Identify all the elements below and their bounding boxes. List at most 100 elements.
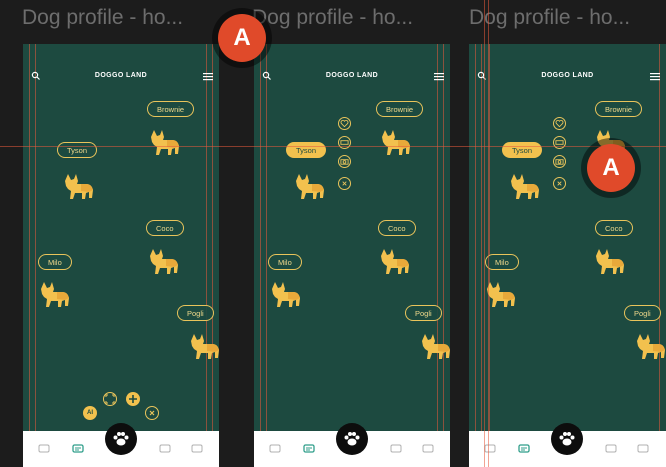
add-button[interactable] — [126, 392, 140, 406]
collaborator-avatar[interactable]: A — [587, 144, 635, 192]
menu-icon[interactable] — [650, 72, 660, 81]
dog-icon[interactable] — [187, 332, 219, 362]
chat-icon[interactable] — [38, 444, 50, 454]
dog-name-pill-coco[interactable]: Coco — [378, 220, 416, 236]
app-bar: DOGGO LAND — [254, 70, 450, 84]
frame-3[interactable]: DOGGO LAND Brownie Tyson Coco Milo Pogli — [469, 44, 666, 467]
layout-guide — [437, 44, 438, 467]
dog-icon[interactable] — [37, 280, 71, 310]
dog-name-pill-milo[interactable]: Milo — [268, 254, 302, 270]
dog-name-pill-coco[interactable]: Coco — [595, 220, 633, 236]
dog-icon[interactable] — [146, 247, 180, 277]
plus-icon — [129, 395, 137, 403]
favorite-button[interactable] — [338, 117, 351, 130]
frame-title-3[interactable]: Dog profile - ho... — [469, 6, 630, 30]
dog-name-pill-pogli[interactable]: Pogli — [624, 305, 661, 321]
chat-icon[interactable] — [518, 444, 530, 454]
close-button[interactable] — [338, 177, 351, 190]
scan-button[interactable] — [103, 392, 117, 406]
dog-icon[interactable] — [292, 172, 326, 202]
dog-icon[interactable] — [377, 247, 411, 277]
heart-icon — [340, 120, 349, 128]
dog-name-pill-pogli[interactable]: Pogli — [405, 305, 442, 321]
app-brand: DOGGO LAND — [541, 72, 594, 79]
dog-name-pill-tyson[interactable]: Tyson — [502, 142, 543, 158]
dog-name-pill-brownie[interactable]: Brownie — [376, 101, 424, 117]
app-bar: DOGGO LAND — [23, 70, 219, 84]
camera-icon — [340, 159, 349, 165]
dog-icon[interactable] — [378, 128, 412, 158]
layout-guide — [481, 44, 482, 467]
dog-icon[interactable] — [633, 332, 666, 362]
dog-icon[interactable] — [418, 332, 450, 362]
bottom-nav — [23, 423, 219, 467]
dog-icon[interactable] — [147, 128, 181, 158]
dog-name-pill-brownie[interactable]: Brownie — [147, 101, 195, 117]
layout-guide — [260, 44, 261, 467]
dog-name-pill-milo[interactable]: Milo — [38, 254, 72, 270]
layout-guide — [443, 44, 444, 467]
ticket-button[interactable] — [553, 136, 566, 149]
layout-guide — [266, 44, 267, 467]
chat-icon[interactable] — [191, 444, 203, 454]
camera-icon — [555, 159, 564, 165]
heart-icon — [555, 120, 564, 128]
dog-name-pill-tyson[interactable]: Tyson — [286, 142, 327, 158]
paw-button[interactable] — [105, 423, 137, 455]
bottom-nav — [469, 423, 666, 467]
menu-icon[interactable] — [434, 72, 444, 81]
chat-icon[interactable] — [159, 444, 171, 454]
paw-button[interactable] — [551, 423, 583, 455]
chat-icon[interactable] — [72, 444, 84, 454]
chat-icon[interactable] — [637, 444, 649, 454]
close-icon — [149, 410, 155, 416]
paw-icon — [559, 432, 575, 446]
close-button[interactable] — [553, 177, 566, 190]
dog-name-pill-brownie[interactable]: Brownie — [595, 101, 643, 117]
paw-icon — [344, 432, 360, 446]
dog-name-pill-milo[interactable]: Milo — [485, 254, 519, 270]
frame-title-1[interactable]: Dog profile - ho... — [22, 6, 183, 30]
frame-2[interactable]: DOGGO LAND Brownie Tyson Coco Milo Pogli — [254, 44, 450, 467]
layout-guide — [35, 44, 36, 467]
scan-icon — [105, 394, 115, 404]
layout-guide — [0, 146, 666, 147]
paw-button[interactable] — [336, 423, 368, 455]
app-brand: DOGGO LAND — [94, 72, 148, 79]
layout-guide — [29, 44, 30, 467]
layout-guide — [206, 44, 207, 467]
collaborator-avatar[interactable]: A — [218, 14, 266, 62]
app-bar: DOGGO LAND — [469, 70, 666, 84]
camera-button[interactable] — [553, 155, 566, 168]
close-icon — [557, 181, 562, 186]
close-icon — [342, 181, 347, 186]
chat-icon[interactable] — [605, 444, 617, 454]
dog-icon[interactable] — [507, 172, 541, 202]
dog-icon[interactable] — [61, 172, 95, 202]
close-button[interactable] — [145, 406, 159, 420]
favorite-button[interactable] — [553, 117, 566, 130]
ticket-button[interactable] — [338, 136, 351, 149]
chat-icon[interactable] — [303, 444, 315, 454]
paw-icon — [113, 432, 129, 446]
app-brand: DOGGO LAND — [325, 72, 379, 79]
chat-icon[interactable] — [269, 444, 281, 454]
menu-icon[interactable] — [203, 72, 213, 81]
layout-guide — [488, 0, 489, 467]
camera-button[interactable] — [338, 155, 351, 168]
dog-name-pill-tyson[interactable]: Tyson — [57, 142, 98, 158]
frame-1[interactable]: DOGGO LAND Brownie Tyson Coco Milo Pogli… — [23, 44, 219, 467]
chat-icon[interactable] — [422, 444, 434, 454]
chat-icon[interactable] — [484, 444, 496, 454]
layout-guide — [212, 44, 213, 467]
dog-icon[interactable] — [268, 280, 302, 310]
layout-guide — [659, 44, 660, 467]
dog-name-pill-coco[interactable]: Coco — [146, 220, 184, 236]
ai-button[interactable]: AI — [83, 406, 97, 420]
layout-guide — [484, 0, 485, 467]
bottom-nav — [254, 423, 450, 467]
frame-title-2[interactable]: Dog profile - ho... — [252, 6, 413, 30]
dog-icon[interactable] — [592, 247, 626, 277]
chat-icon[interactable] — [390, 444, 402, 454]
dog-name-pill-pogli[interactable]: Pogli — [177, 305, 214, 321]
